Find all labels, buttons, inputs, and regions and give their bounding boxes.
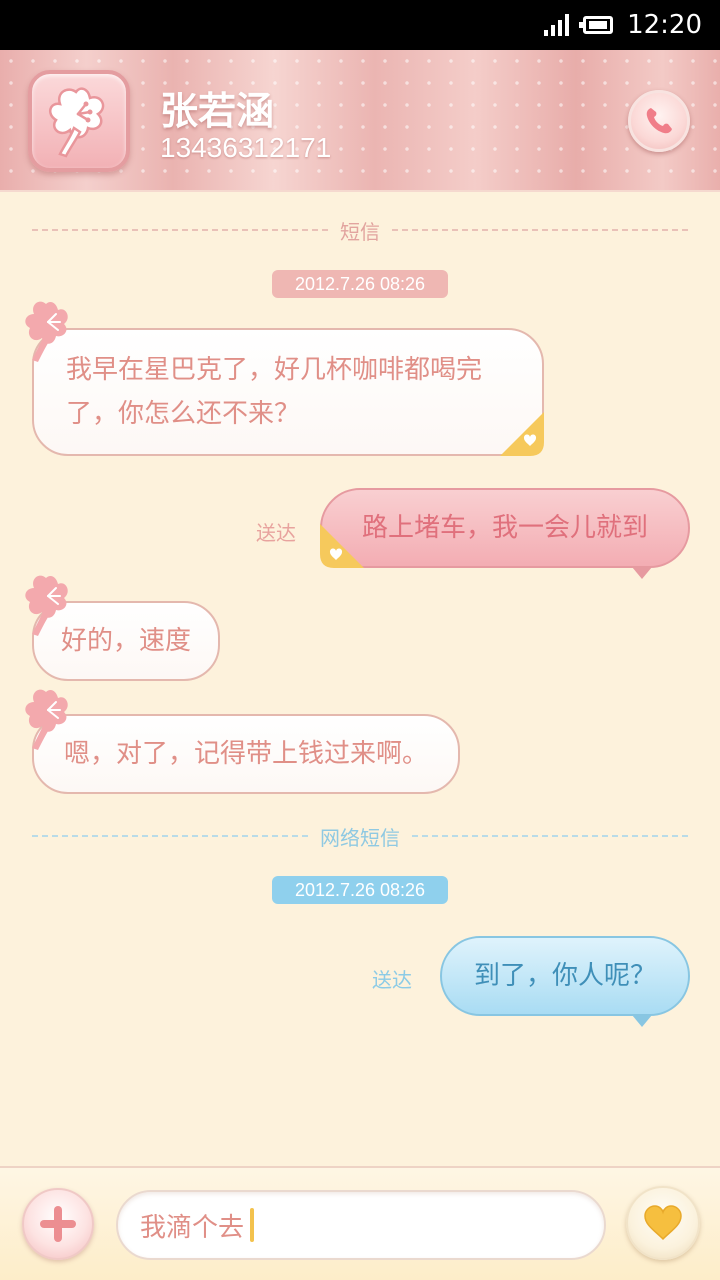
- message-text: 到了，你人呢？: [473, 961, 656, 991]
- delivery-status: 送达: [372, 968, 412, 992]
- bubble-tail: [632, 1015, 652, 1027]
- outgoing-message-bubble[interactable]: 路上堵车，我一会儿就到: [320, 488, 690, 568]
- message-timestamp: 2012.7.26 08:26: [272, 876, 448, 904]
- outgoing-message-bubble[interactable]: 到了，你人呢？: [440, 936, 690, 1016]
- conversation-header: 张若涵 13436312171: [0, 50, 720, 192]
- contact-number: 13436312171: [160, 132, 332, 163]
- section-label: 短信: [340, 219, 380, 244]
- status-bar: 12:20: [0, 0, 720, 50]
- message-text: 嗯，对了，记得带上钱过来啊。: [63, 739, 428, 769]
- contact-flower-icon: [25, 575, 68, 636]
- incoming-message-bubble[interactable]: 我早在星巴克了，好几杯咖啡都喝完 了，你怎么还不来？: [32, 328, 544, 456]
- bubble-tail: [632, 567, 652, 579]
- delivery-status: 送达: [256, 521, 296, 545]
- heart-icon: [644, 1205, 682, 1241]
- message-timestamp: 2012.7.26 08:26: [272, 270, 448, 298]
- flower-icon: [48, 87, 105, 158]
- section-divider-sms: 短信: [32, 215, 688, 245]
- text-cursor: [250, 1208, 255, 1242]
- send-button[interactable]: [626, 1186, 700, 1260]
- message-input[interactable]: 我滴个去: [116, 1190, 606, 1260]
- contact-name: 张若涵: [160, 89, 275, 133]
- contact-flower-icon: [25, 689, 68, 750]
- contact-avatar[interactable]: [28, 70, 130, 172]
- add-attachment-button[interactable]: [22, 1188, 94, 1260]
- call-button[interactable]: [628, 90, 690, 152]
- message-text: 好的，速度: [60, 626, 191, 656]
- message-text-line: 我早在星巴克了，好几杯咖啡都喝完: [66, 355, 483, 385]
- section-divider-network-sms: 网络短信: [32, 821, 688, 851]
- contact-flower-icon: [25, 301, 68, 362]
- signal-icon: [544, 14, 570, 36]
- composer-bar: 我滴个去: [0, 1166, 720, 1280]
- incoming-message-bubble[interactable]: 嗯，对了，记得带上钱过来啊。: [32, 714, 460, 794]
- plus-icon: [40, 1206, 76, 1242]
- section-label: 网络短信: [320, 825, 400, 850]
- status-time: 12:20: [627, 10, 702, 40]
- message-text-line: 了，你怎么还不来？: [66, 399, 301, 429]
- phone-icon: [646, 108, 672, 134]
- heart-corner-icon: [320, 524, 364, 568]
- message-text: 路上堵车，我一会儿就到: [361, 513, 648, 543]
- message-input-value: 我滴个去: [140, 1212, 245, 1243]
- battery-icon: [579, 16, 614, 34]
- heart-corner-icon: [500, 412, 544, 456]
